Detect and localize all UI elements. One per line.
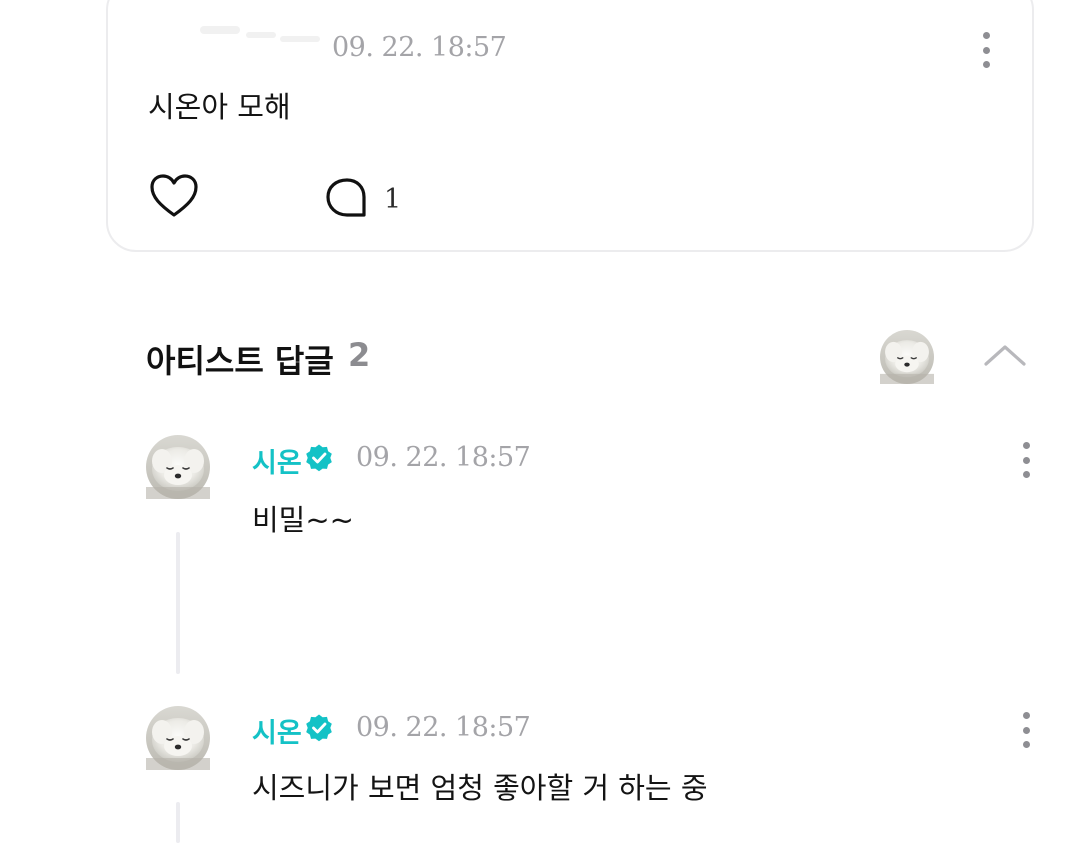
- reply-more-options-icon[interactable]: [1011, 710, 1041, 750]
- fan-post-card: 09. 22. 18:57 시온아 모해 1: [106, 0, 1034, 252]
- reply-more-options-icon[interactable]: [1011, 440, 1041, 480]
- redacted-author-name: [200, 12, 350, 52]
- reply-timestamp: 09. 22. 18:57: [356, 442, 531, 473]
- reply-text: 시즈니가 보면 엄청 좋아할 거 하는 중: [252, 771, 708, 805]
- artist-replies-screen: 09. 22. 18:57 시온아 모해 1 아티스트 답글 2 시온 09. …: [0, 0, 1080, 843]
- reply-author-avatar[interactable]: [146, 706, 210, 770]
- collapse-chevron-up-icon[interactable]: [980, 338, 1030, 372]
- thread-line: [176, 532, 180, 674]
- post-timestamp: 09. 22. 18:57: [332, 32, 507, 63]
- verified-badge-icon: [306, 714, 332, 742]
- comment-count: 1: [384, 184, 402, 215]
- comment-bubble-icon[interactable]: [324, 176, 370, 222]
- like-heart-icon[interactable]: [148, 172, 200, 220]
- post-body-text: 시온아 모해: [148, 90, 291, 124]
- artist-replies-title: 아티스트 답글: [146, 342, 334, 380]
- reply-text: 비밀~~: [252, 503, 354, 537]
- reply-timestamp: 09. 22. 18:57: [356, 712, 531, 743]
- reply-author-avatar[interactable]: [146, 435, 210, 499]
- reply-author-name[interactable]: 시온: [252, 711, 302, 750]
- artist-replies-count: 2: [348, 336, 371, 374]
- post-more-options-icon[interactable]: [968, 30, 1004, 70]
- verified-badge-icon: [306, 444, 332, 472]
- reply-author-name[interactable]: 시온: [252, 441, 302, 480]
- thread-line: [176, 802, 180, 843]
- artist-avatar-summary[interactable]: [880, 330, 934, 384]
